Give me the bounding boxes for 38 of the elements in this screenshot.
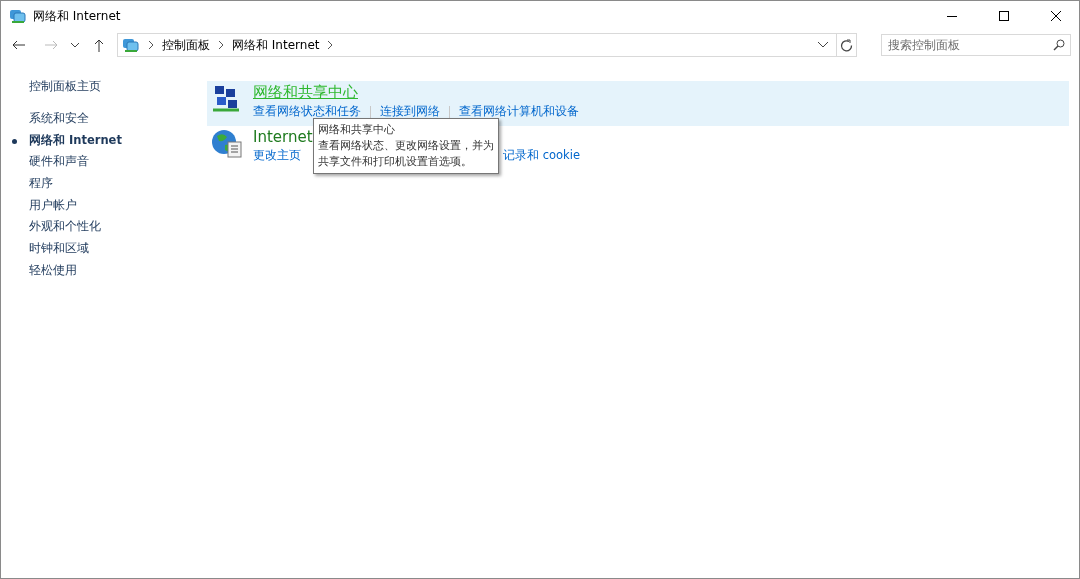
sidebar-item[interactable]: 程序: [29, 173, 207, 195]
maximize-icon: [999, 11, 1009, 21]
minimize-icon: [947, 15, 957, 17]
window-title: 网络和 Internet: [33, 7, 122, 25]
search-icon: [1053, 39, 1065, 51]
network-folder-icon: [9, 8, 27, 24]
task-link[interactable]: 查看网络计算机和设备: [459, 104, 579, 119]
task-link[interactable]: 更改主页: [253, 148, 301, 163]
caret-icon: [71, 42, 79, 48]
up-arrow-icon: [94, 38, 104, 52]
network-folder-icon: [122, 37, 140, 53]
sidebar-item[interactable]: 外观和个性化: [29, 216, 207, 239]
sidebar-item[interactable]: 硬件和声音: [29, 151, 207, 174]
dropdown-icon[interactable]: [818, 42, 828, 48]
address-bar[interactable]: 控制面板 网络和 Internet: [117, 33, 857, 57]
globe-document-icon: [211, 128, 243, 160]
breadcrumb-item[interactable]: 网络和 Internet: [232, 36, 320, 54]
breadcrumb-item[interactable]: 控制面板: [162, 36, 210, 54]
chevron-icon: [327, 40, 334, 50]
sidebar-item[interactable]: 网络和 Internet: [29, 129, 207, 152]
sidebar-item[interactable]: 系统和安全: [29, 108, 207, 130]
task-link[interactable]: 查看网络状态和任务: [253, 104, 361, 119]
chevron-icon: [218, 40, 224, 50]
search-field[interactable]: 搜索控制面板: [881, 34, 1071, 56]
sidebar-item[interactable]: 用户帐户: [29, 194, 207, 217]
sidebar-home-link[interactable]: 控制面板主页: [29, 79, 207, 94]
tooltip-title: 网络和共享中心: [318, 122, 396, 138]
current-marker-icon: [12, 138, 17, 144]
task-link[interactable]: 连接到网络: [380, 104, 440, 119]
close-icon: [1051, 11, 1061, 21]
back-arrow-icon: [12, 40, 26, 50]
sidebar-item[interactable]: 时钟和区域: [29, 238, 207, 260]
sidebar-item[interactable]: 轻松使用: [29, 259, 207, 282]
tooltip-text: 共享文件和打印机设置首选项。: [318, 154, 473, 170]
tooltip-text: 查看网络状态、更改网络设置，并为: [318, 138, 494, 154]
task-link[interactable]: 记录和 cookie: [503, 148, 580, 163]
forward-arrow-icon: [44, 40, 58, 50]
chevron-icon: [148, 40, 154, 50]
